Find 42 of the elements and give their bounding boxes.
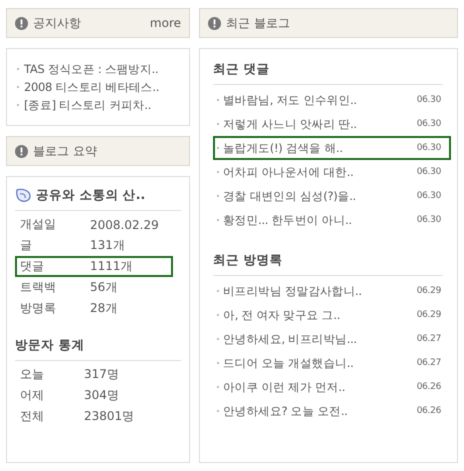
section-title: 최근 방명록 (213, 252, 282, 269)
stat-value: 2008.02.29 (90, 218, 160, 232)
recent-title: 최근 블로그 (226, 14, 290, 32)
stat-value: 56개 (90, 279, 118, 296)
info-icon (208, 16, 221, 30)
recent-link[interactable]: 안녕하세요? 오늘 오전.. 06.26 (213, 399, 451, 423)
notice-link[interactable]: [종료] 티스토리 커피차.. (17, 96, 179, 114)
info-icon (15, 144, 28, 158)
stat-value: 1111개 (90, 258, 134, 275)
recent-link[interactable]: 어차피 아나운서에 대한.. 06.30 (213, 160, 451, 184)
visitors-title: 방문자 통계 (15, 337, 84, 354)
notice-link[interactable]: 2008 티스토리 베타테스.. (17, 78, 179, 96)
summary-title: 블로그 요약 (33, 142, 97, 160)
stat-value: 28개 (90, 300, 118, 317)
recent-link[interactable]: 놀랍게도(!) 검색을 해.. 06.30 (213, 136, 451, 160)
stat-label: 댓글 (20, 258, 45, 275)
stat-label: 방명록 (20, 300, 57, 317)
visitor-count: 304명 (84, 387, 120, 404)
recent-link[interactable]: 저렇게 사느니 앗싸리 딴.. 06.30 (213, 112, 451, 136)
stat-value: 131개 (90, 237, 126, 254)
visitor-label: 전체 (20, 408, 45, 425)
stat-label: 개설일 (20, 216, 57, 233)
stat-label: 글 (20, 237, 33, 254)
visitor-label: 오늘 (20, 366, 45, 383)
info-icon (15, 16, 28, 30)
recent-link[interactable]: 황정민... 한두번이 아니.. 06.30 (213, 208, 451, 232)
visitor-count: 23801명 (84, 408, 136, 425)
visitor-label: 어제 (20, 387, 45, 404)
stat-label: 트랙백 (20, 279, 57, 296)
recent-link[interactable]: 비프리박님 정말감사합니.. 06.29 (213, 279, 451, 303)
recent-link[interactable]: 별바람님, 저도 인수위인.. 06.30 (213, 88, 451, 112)
recent-link[interactable]: 경찰 대변인의 심성(?)을.. 06.30 (213, 184, 451, 208)
notice-title: 공지사항 (33, 14, 81, 32)
section-title: 최근 댓글 (213, 61, 270, 78)
visitor-count: 317명 (84, 366, 120, 383)
more-link[interactable]: more (150, 16, 181, 30)
notice-link[interactable]: TAS 정식오픈 : 스팸방지.. (17, 60, 179, 78)
recent-link[interactable]: 드디어 오늘 개설했습니.. 06.27 (213, 351, 451, 375)
recent-link[interactable]: 안녕하세요, 비프리박님... 06.27 (213, 327, 451, 351)
blog-name: 공유와 소통의 산.. (36, 187, 146, 204)
recent-link[interactable]: 아이쿠 이런 제가 먼저.. 06.26 (213, 375, 451, 399)
recent-link[interactable]: 아, 전 여자 맞구요 그.. 06.29 (213, 303, 451, 327)
